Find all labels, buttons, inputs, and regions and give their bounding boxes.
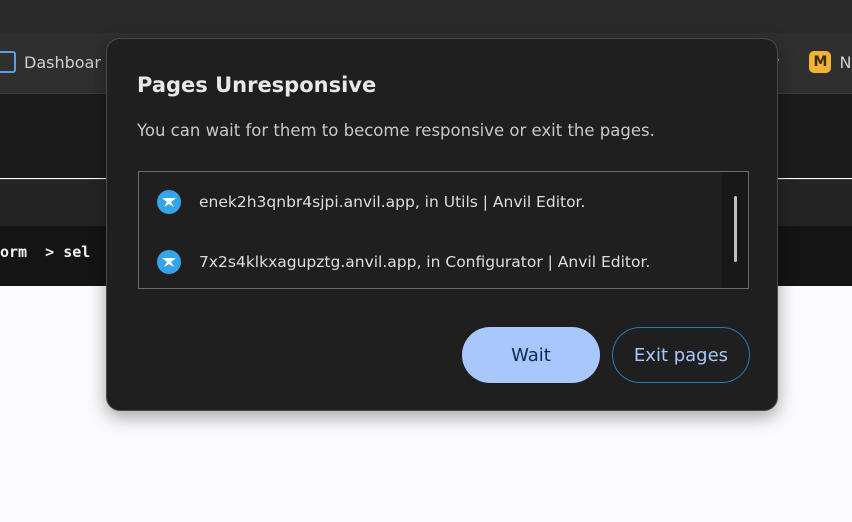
breadcrumb-right: sel — [63, 243, 91, 261]
dialog-title: Pages Unresponsive — [137, 73, 377, 97]
breadcrumb-separator: > — [45, 243, 55, 261]
bookmark-right-partial: N — [839, 52, 852, 72]
list-item: 7x2s4klkxagupztg.anvil.app, in Configura… — [139, 232, 723, 292]
bookmark-dashboard-label: Dashboar — [24, 52, 101, 72]
dialog-message: You can wait for them to become responsi… — [137, 121, 655, 140]
anvil-icon — [157, 190, 181, 214]
page-label: 7x2s4klkxagupztg.anvil.app, in Configura… — [199, 253, 651, 271]
bookmark-right[interactable]: y M N — [770, 51, 851, 73]
exit-pages-button[interactable]: Exit pages — [612, 327, 750, 383]
dashboard-icon — [0, 51, 16, 73]
list-item: enek2h3qnbr4sjpi.anvil.app, in Utils | A… — [139, 172, 723, 232]
scrollbar-thumb[interactable] — [734, 196, 737, 262]
unresponsive-pages-list[interactable]: enek2h3qnbr4sjpi.anvil.app, in Utils | A… — [138, 171, 749, 289]
breadcrumb-left: orm — [0, 243, 28, 261]
anvil-icon — [157, 250, 181, 274]
page-label: enek2h3qnbr4sjpi.anvil.app, in Utils | A… — [199, 193, 586, 211]
browser-title-strip — [0, 0, 852, 33]
breadcrumb: orm > sel — [0, 243, 90, 261]
scrollbar[interactable] — [722, 172, 748, 288]
wait-button[interactable]: Wait — [462, 327, 600, 383]
bookmark-dashboard[interactable]: Dashboar — [0, 51, 101, 73]
pages-unresponsive-dialog: Pages Unresponsive You can wait for them… — [106, 38, 778, 411]
m-badge-icon: M — [809, 51, 832, 73]
